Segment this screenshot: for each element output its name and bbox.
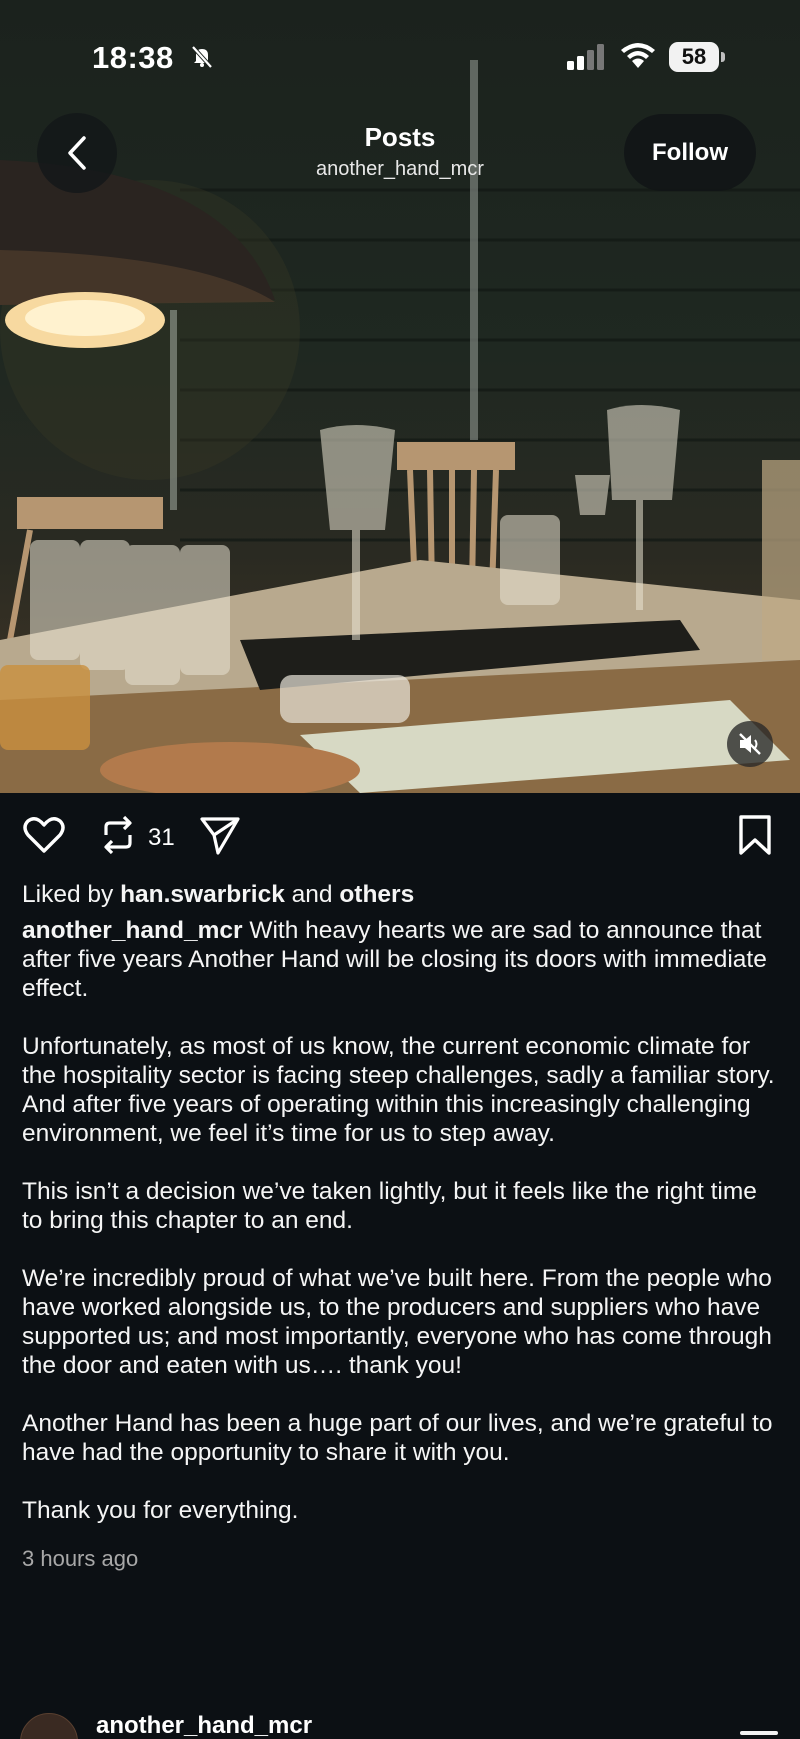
- caption-paragraph: another_hand_mcr With heavy hearts we ar…: [22, 916, 782, 1003]
- caption-paragraph: Unfortunately, as most of us know, the c…: [22, 1033, 775, 1147]
- caption-paragraph: Thank you for everything.: [22, 1497, 299, 1524]
- avatar[interactable]: [20, 1713, 78, 1739]
- caption-paragraph: Another Hand has been a huge part of our…: [22, 1410, 773, 1466]
- battery-level: 58: [669, 42, 719, 72]
- post-photo[interactable]: 18:38 58 Posts another_hand_mcr Follow: [0, 0, 800, 793]
- page-title: Posts: [364, 122, 436, 152]
- cellular-signal-icon: [567, 44, 607, 75]
- next-post-header: another_hand_mcr: [0, 1705, 800, 1739]
- status-bar: 18:38 58: [0, 0, 800, 110]
- more-options-icon[interactable]: [740, 1731, 778, 1735]
- back-button[interactable]: [37, 113, 117, 193]
- bookmark-icon[interactable]: [736, 813, 774, 862]
- send-icon[interactable]: [198, 813, 242, 862]
- heart-icon[interactable]: [22, 813, 66, 862]
- post-caption: Liked by han.swarbrick and others anothe…: [22, 880, 782, 1573]
- liked-by-line: Liked by han.swarbrick and others: [22, 880, 782, 909]
- repost-icon[interactable]: [98, 813, 138, 862]
- header-username[interactable]: another_hand_mcr: [250, 158, 550, 181]
- repost-count: 31: [148, 824, 175, 851]
- caption-paragraph: We’re incredibly proud of what we’ve bui…: [22, 1265, 772, 1379]
- post-timestamp: 3 hours ago: [22, 1546, 139, 1571]
- liked-by-and: and: [284, 881, 340, 908]
- bell-muted-icon: [190, 44, 214, 73]
- speaker-muted-icon: [739, 733, 761, 755]
- caption-paragraph: This isn’t a decision we’ve taken lightl…: [22, 1178, 757, 1234]
- wifi-icon: [620, 42, 656, 75]
- next-post-username[interactable]: another_hand_mcr: [96, 1712, 312, 1739]
- follow-button[interactable]: Follow: [624, 114, 756, 191]
- liked-by-user-link[interactable]: han.swarbrick: [120, 881, 285, 908]
- chevron-left-icon: [68, 136, 86, 170]
- post-actions: 31: [0, 793, 800, 883]
- liked-by-others-link[interactable]: others: [339, 881, 414, 908]
- mute-toggle-button[interactable]: [727, 721, 773, 767]
- caption-author-link[interactable]: another_hand_mcr: [22, 917, 243, 944]
- liked-by-prefix: Liked by: [22, 881, 121, 908]
- battery-tip: [721, 52, 725, 62]
- status-time: 18:38: [92, 40, 174, 75]
